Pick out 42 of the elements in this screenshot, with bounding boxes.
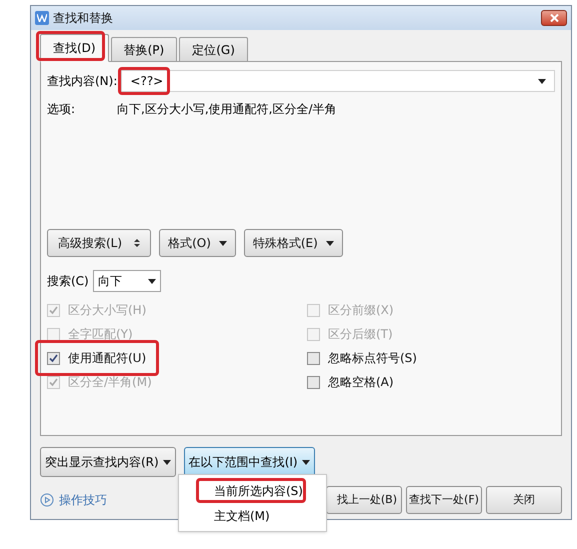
dropdown-button[interactable]: 高级搜索(L) (47, 229, 152, 257)
checkbox-label: 区分前缀(X) (328, 302, 394, 319)
menu-item[interactable]: 当前所选内容(S) (214, 482, 303, 500)
up-down-icon (134, 239, 140, 247)
checkbox-label: 忽略空格(A) (328, 374, 394, 391)
dropdown-button[interactable]: 在以下范围中查找(I) (184, 447, 315, 477)
caret-icon (218, 240, 227, 246)
search-label: 搜索(C) (47, 273, 89, 290)
close-icon (550, 14, 558, 22)
find-field[interactable]: <??> (121, 70, 555, 92)
checkbox-label: 区分全/半角(M) (68, 374, 152, 391)
dialog-button[interactable]: 查找下一处(F) (406, 486, 482, 514)
caret-icon (302, 460, 310, 464)
checkbox-label: 使用通配符(U) (68, 350, 146, 367)
checkbox-label: 忽略标点符号(S) (328, 350, 417, 367)
checkbox-label: 全字匹配(Y) (68, 326, 133, 343)
dialog-button[interactable]: 找上一处(B) (326, 486, 402, 514)
dropdown-button[interactable]: 特殊格式(E) (244, 229, 343, 257)
tab[interactable]: 定位(G) (179, 37, 248, 62)
tips-link[interactable]: 操作技巧 (40, 491, 107, 509)
app-logo-icon (35, 11, 49, 25)
play-circle-icon (40, 493, 54, 507)
close-button[interactable] (541, 10, 567, 26)
checkbox[interactable] (307, 352, 320, 364)
checkbox-label: 区分大小写(H) (68, 302, 146, 319)
window-title: 查找和替换 (53, 10, 113, 27)
tab[interactable]: 替换(P) (110, 37, 178, 62)
checkbox[interactable] (47, 352, 60, 364)
options-summary: 向下,区分大小写,使用通配符,区分全/半角 (117, 101, 336, 118)
caret-icon (538, 78, 546, 84)
find-label: 查找内容(N): (47, 73, 118, 90)
menu-item[interactable]: 主文档(M) (214, 506, 270, 524)
checkbox-label: 区分后缀(T) (328, 326, 393, 343)
caret-icon (326, 240, 334, 246)
options-label: 选项: (47, 101, 76, 118)
checkbox[interactable] (307, 376, 320, 388)
dropdown-button[interactable]: 格式(O) (159, 229, 236, 257)
caret-icon (162, 460, 171, 464)
dialog-button[interactable]: 关闭 (486, 486, 562, 514)
dropdown-button[interactable]: 突出显示查找内容(R) (40, 447, 176, 477)
caret-icon (148, 278, 156, 284)
direction-select[interactable]: 向下 (92, 270, 161, 292)
